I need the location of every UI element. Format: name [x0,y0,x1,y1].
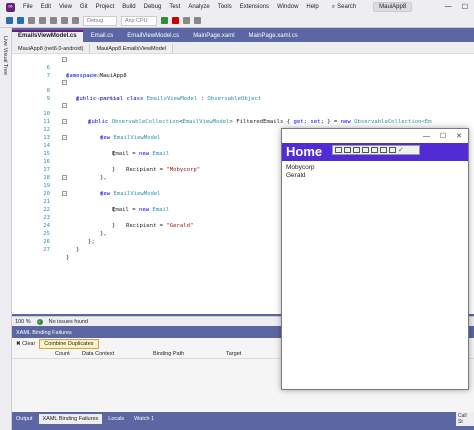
tab-email[interactable]: Email.cs [84,30,120,42]
code-line: 6− namespace MauiApp8 [46,57,127,79]
live-visual-tree-tab[interactable]: Live Visual Tree [2,36,8,75]
back-icon[interactable] [6,17,13,24]
close-icon[interactable]: ✕ [456,132,462,140]
minimize-icon[interactable]: — [423,133,430,140]
menu-git[interactable]: Git [76,4,92,10]
check-icon: ✓ [398,147,404,154]
minimize-icon[interactable]: — [445,3,452,11]
check-icon: ✓ [36,318,43,325]
tab-watch-1[interactable]: Watch 1 [130,414,158,424]
menu-edit[interactable]: Edit [37,4,55,10]
menu-tools[interactable]: Tools [214,4,236,10]
list-item[interactable]: Gerald [286,172,464,180]
email-list: Mobycorp Gerald [282,161,468,183]
maui-title-bar: — ☐ ✕ [282,129,468,143]
tab-xaml-binding-failures[interactable]: XAML Binding Failures [38,414,103,424]
menu-view[interactable]: View [55,4,76,10]
tab-emailsviewmodel[interactable]: EmailsViewModel.cs [12,30,83,42]
binding-failures-icon[interactable] [362,147,369,153]
reference-count[interactable]: 1 reference [84,73,107,78]
preview-icon[interactable] [380,147,387,153]
call-stack-tab[interactable]: Call St [456,412,474,426]
in-app-toolbar: ✓ [332,145,420,155]
bottom-tabs: Output XAML Binding Failures Locals Watc… [12,414,158,424]
menu-window[interactable]: Window [273,4,302,10]
project-dropdown[interactable]: MauiApp8 (net6.0-android) [12,44,91,53]
title-bar: ∞ File Edit View Git Project Build Debug… [0,0,474,14]
tab-locals[interactable]: Locals [104,414,128,424]
column-data-context[interactable]: Data Context [82,351,114,357]
column-binding-path[interactable]: Binding Path [153,351,184,357]
save-all-icon[interactable] [50,17,57,24]
visual-studio-logo-icon: ∞ [6,2,15,12]
layout-adorners-icon[interactable] [371,147,378,153]
toolbar: Debug Any CPU [0,14,474,28]
code-line: 10− public ObservableCollection<EmailVie… [43,103,432,125]
solution-name: MauiApp8 [373,2,413,12]
menu-test[interactable]: Test [165,4,184,10]
tab-mainpage-xaml[interactable]: MainPage.xaml [187,30,241,42]
maui-app-window[interactable]: — ☐ ✕ Home ✓ Mobycorp Gerald [281,128,469,390]
forward-icon[interactable] [17,17,24,24]
menu-file[interactable]: File [19,4,37,10]
side-tool-strip: Live Visual Tree [0,28,12,430]
code-line: 7{ [46,73,70,79]
tab-emailviewmodel[interactable]: EmailViewModel.cs [121,30,186,42]
track-focus-icon[interactable] [353,147,360,153]
zoom-level[interactable]: 100 % [15,319,31,325]
document-tabs: EmailsViewModel.cs Email.cs EmailViewMod… [12,30,474,42]
platform-dropdown[interactable]: Any CPU [121,15,157,26]
configuration-dropdown[interactable]: Debug [83,15,117,26]
redo-icon[interactable] [72,17,79,24]
column-target[interactable]: Target [226,351,241,357]
search-icon: ⌕ [331,3,336,10]
list-item[interactable]: Mobycorp [286,164,464,172]
issues-status[interactable]: No issues found [49,319,88,325]
menu-help[interactable]: Help [302,4,322,10]
tab-output[interactable]: Output [12,414,37,424]
code-line: 11{ [43,119,92,125]
search-label: Search [337,4,357,10]
new-file-icon[interactable] [28,17,35,24]
menu-project[interactable]: Project [92,4,119,10]
combine-duplicates-button[interactable]: Combine Duplicates [39,339,99,349]
maui-header: Home ✓ [282,143,468,161]
navigation-bar: MauiApp8 (net6.0-android) MauiApp8.Email… [12,44,474,54]
hot-reload-icon[interactable] [194,17,201,24]
display-adorners-icon[interactable] [344,147,351,153]
code-line: 8− public partial class EmailsViewModel … [46,80,262,102]
restart-icon[interactable] [183,17,190,24]
search-box[interactable]: ⌕ Search [329,4,359,11]
column-count[interactable]: Count [55,351,70,357]
menu-extensions[interactable]: Extensions [236,4,273,10]
maximize-icon[interactable]: ☐ [440,132,446,140]
save-icon[interactable] [39,17,46,24]
menu-debug[interactable]: Debug [140,4,166,10]
stop-icon[interactable] [172,17,179,24]
tab-mainpage-xaml-cs[interactable]: MainPage.xaml.cs [242,30,304,42]
code-line: 9{ [46,96,80,102]
maximize-icon[interactable]: ☐ [462,3,468,11]
reference-count[interactable]: 0 references [94,96,120,101]
menu-analyze[interactable]: Analyze [184,4,213,10]
hot-reload-icon[interactable] [389,147,396,153]
type-dropdown[interactable]: MauiApp8.EmailsViewModel [90,44,174,53]
clear-button[interactable]: ✖ Clear [16,341,35,347]
code-line: 12− new EmailViewModel [43,119,161,141]
select-element-icon[interactable] [335,147,342,153]
menu-build[interactable]: Build [118,4,139,10]
run-icon[interactable] [161,17,168,24]
page-title: Home [286,144,323,159]
undo-icon[interactable] [61,17,68,24]
